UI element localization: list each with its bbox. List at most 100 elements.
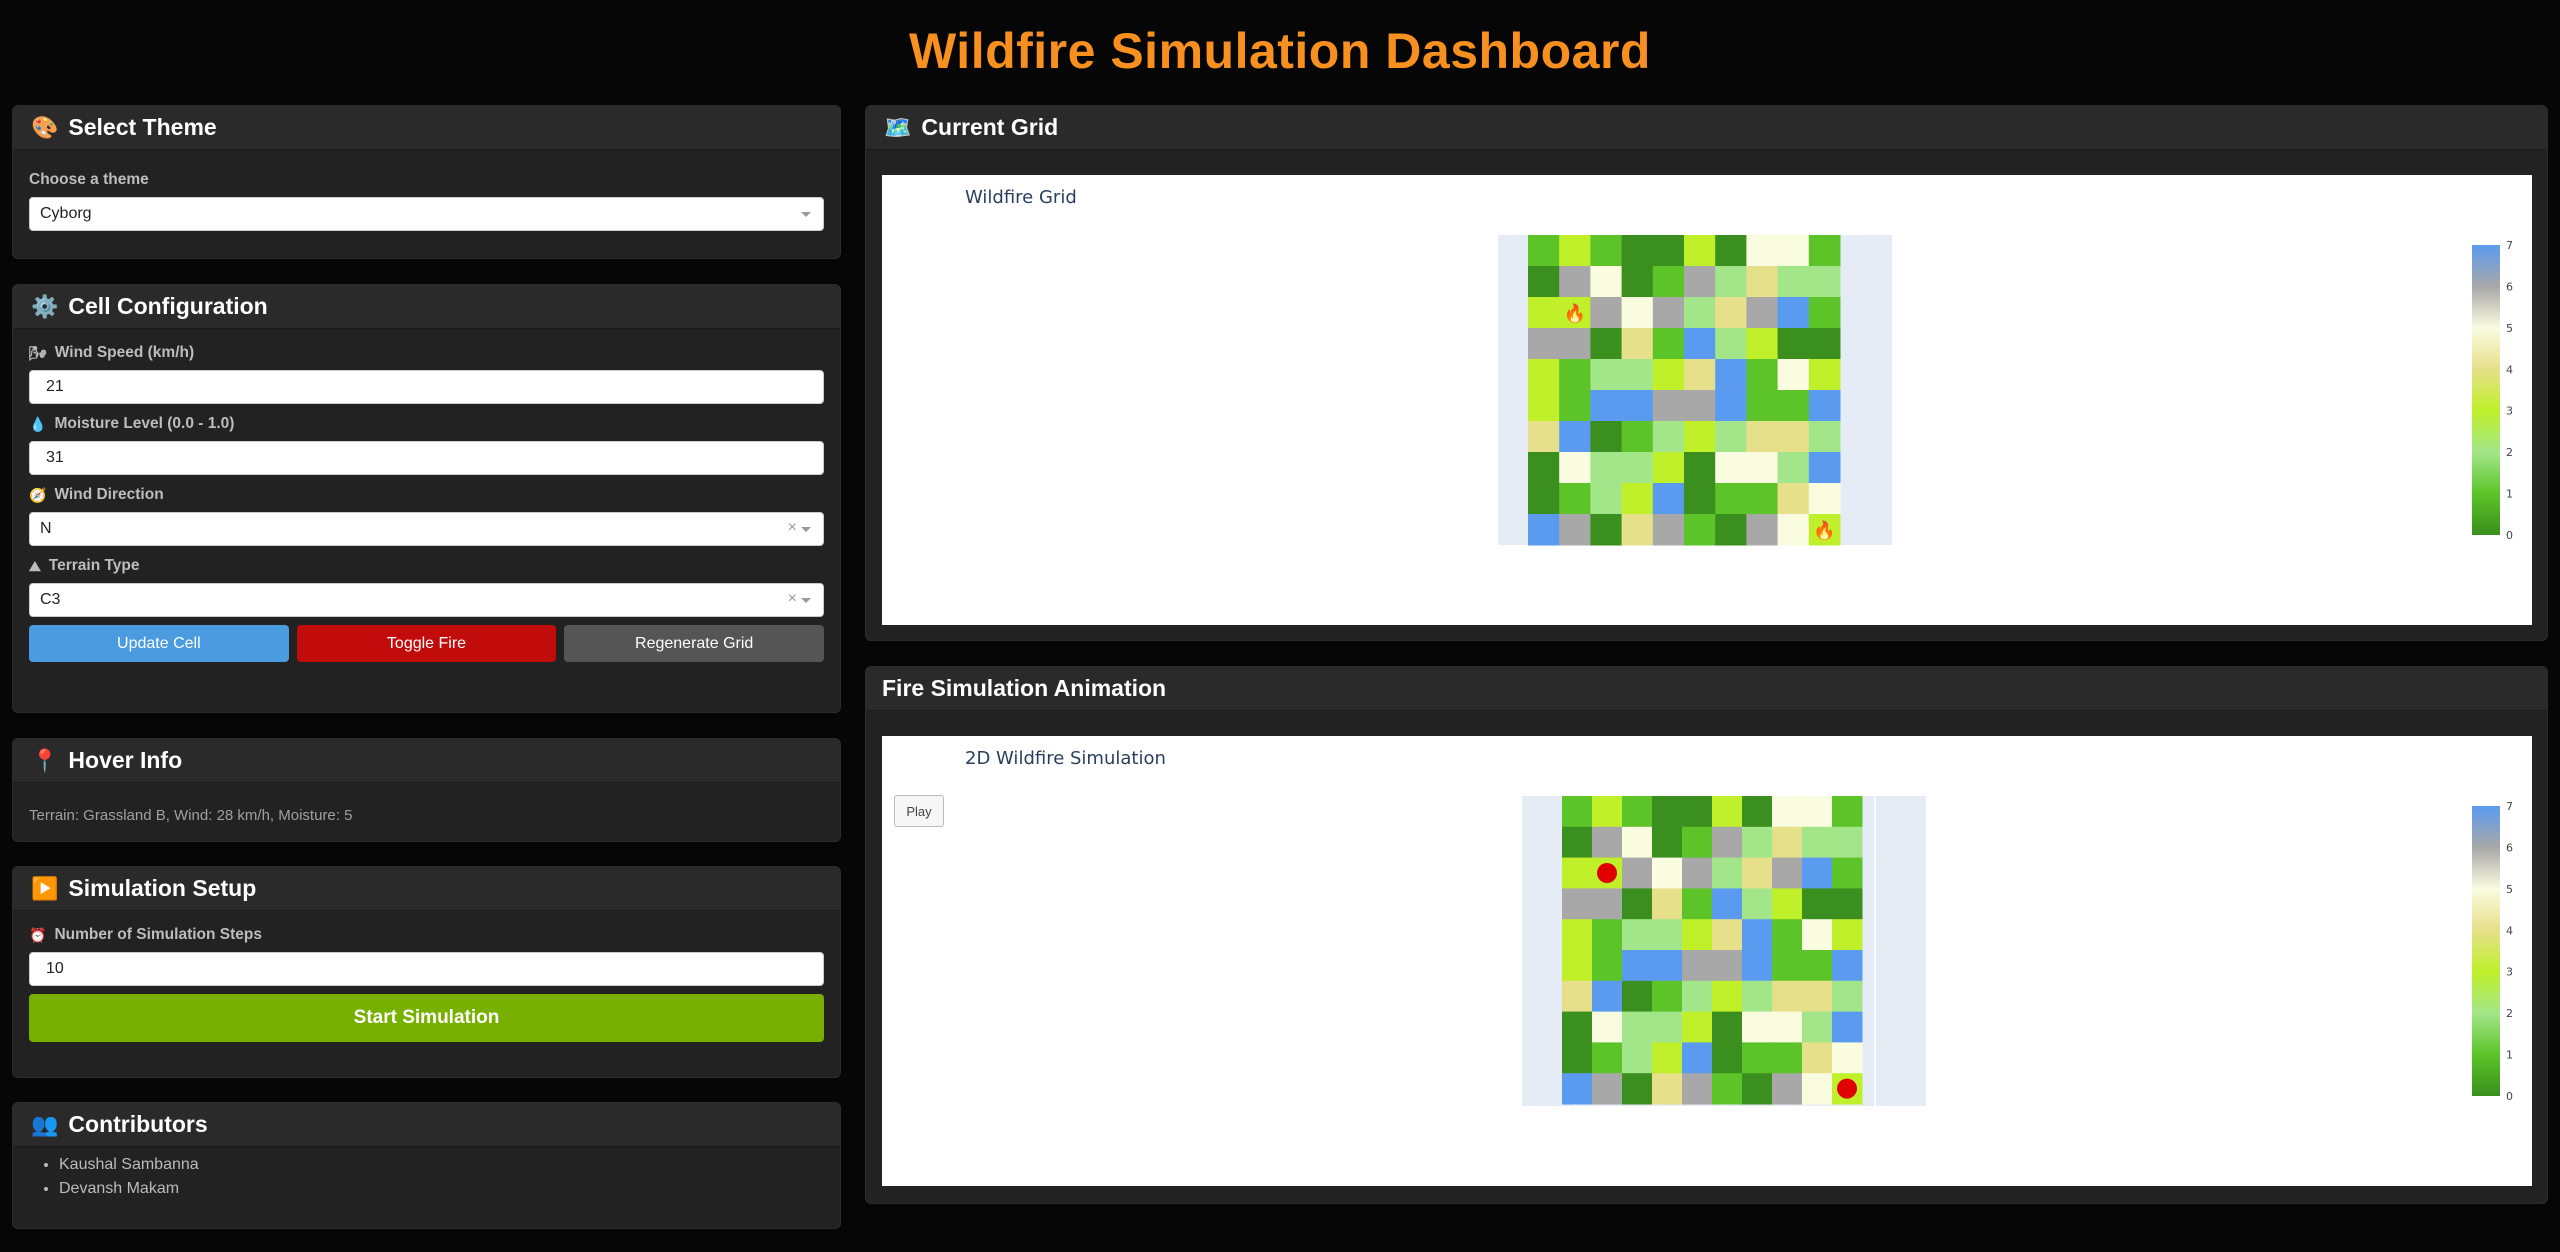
- heatmap-cell[interactable]: [1742, 1042, 1773, 1074]
- wind-speed-input[interactable]: 21: [29, 370, 824, 404]
- heatmap-cell[interactable]: [1622, 1011, 1653, 1043]
- heatmap-cell[interactable]: [1746, 359, 1779, 391]
- heatmap-cell[interactable]: [1832, 796, 1863, 828]
- heatmap-cell[interactable]: [1715, 359, 1747, 391]
- heatmap-cell[interactable]: [1652, 1042, 1683, 1074]
- heatmap-cell[interactable]: [1590, 235, 1623, 267]
- heatmap-cell[interactable]: [1652, 421, 1685, 453]
- heatmap-cell[interactable]: [1682, 796, 1713, 828]
- heatmap-cell[interactable]: [1746, 235, 1779, 267]
- heatmap-cell[interactable]: [1684, 421, 1716, 453]
- heatmap-cell[interactable]: [1772, 1011, 1803, 1043]
- heatmap-cell[interactable]: [1590, 328, 1623, 360]
- heatmap-cell[interactable]: [1559, 452, 1591, 484]
- heatmap-cell[interactable]: [1621, 235, 1654, 267]
- moisture-input[interactable]: 31: [29, 441, 824, 475]
- heatmap-cell[interactable]: [1715, 514, 1747, 546]
- terrain-dropdown[interactable]: C3 ×: [29, 583, 824, 617]
- heatmap-cell[interactable]: [1772, 980, 1803, 1013]
- heatmap-cell[interactable]: [1802, 950, 1833, 982]
- heatmap-cell[interactable]: [1802, 796, 1833, 828]
- heatmap-cell[interactable]: [1590, 514, 1623, 546]
- heatmap-cell[interactable]: [1772, 1042, 1803, 1074]
- heatmap-cell[interactable]: [1746, 266, 1779, 298]
- heatmap-cell[interactable]: [1712, 919, 1743, 951]
- heatmap-cell[interactable]: [1808, 359, 1841, 391]
- heatmap-cell[interactable]: [1684, 390, 1716, 422]
- heatmap-cell[interactable]: [1715, 483, 1747, 515]
- heatmap-cell[interactable]: [1777, 452, 1810, 484]
- heatmap-cell[interactable]: [1562, 950, 1593, 982]
- heatmap-cell[interactable]: [1808, 452, 1841, 484]
- heatmap-cell[interactable]: [1562, 980, 1593, 1013]
- heatmap-cell[interactable]: [1777, 266, 1810, 298]
- heatmap-cell[interactable]: [1684, 328, 1716, 360]
- heatmap-cell[interactable]: [1528, 390, 1560, 422]
- heatmap-cell[interactable]: [1777, 390, 1810, 422]
- heatmap-cell[interactable]: [1528, 266, 1560, 298]
- heatmap-cell[interactable]: [1742, 826, 1773, 859]
- heatmap-cell[interactable]: [1559, 266, 1591, 298]
- heatmap-cell[interactable]: [1808, 421, 1841, 453]
- heatmap-cell[interactable]: [1559, 514, 1591, 546]
- heatmap-cell[interactable]: [1528, 359, 1560, 391]
- heatmap-cell[interactable]: [1715, 390, 1747, 422]
- heatmap-cell[interactable]: [1832, 1042, 1863, 1074]
- heatmap-cell[interactable]: [1559, 483, 1591, 515]
- heatmap-cell[interactable]: [1832, 919, 1863, 951]
- heatmap-cell[interactable]: [1742, 1011, 1773, 1043]
- heatmap-cell[interactable]: [1622, 888, 1653, 920]
- heatmap-cell[interactable]: [1590, 452, 1623, 484]
- toggle-fire-button[interactable]: Toggle Fire: [296, 625, 557, 662]
- heatmap-cell[interactable]: [1592, 950, 1623, 982]
- start-simulation-button[interactable]: Start Simulation: [29, 994, 824, 1042]
- heatmap-cell[interactable]: [1712, 888, 1743, 920]
- animation-plot[interactable]: 2D Wildfire Simulation Play 01234567: [882, 736, 2532, 1186]
- heatmap-cell[interactable]: [1746, 514, 1779, 546]
- heatmap-cell[interactable]: [1772, 950, 1803, 982]
- heatmap-cell[interactable]: [1622, 919, 1653, 951]
- heatmap-cell[interactable]: [1772, 1073, 1803, 1105]
- heatmap-cell[interactable]: [1742, 950, 1773, 982]
- heatmap-cell[interactable]: [1652, 857, 1683, 889]
- heatmap-cell[interactable]: [1742, 980, 1773, 1013]
- heatmap-cell[interactable]: [1562, 826, 1593, 859]
- heatmap-cell[interactable]: [1621, 266, 1654, 298]
- heatmap-cell[interactable]: [1742, 796, 1773, 828]
- heatmap-cell[interactable]: [1592, 1073, 1623, 1105]
- heatmap-cell[interactable]: [1652, 390, 1685, 422]
- wind-direction-dropdown[interactable]: N ×: [29, 512, 824, 546]
- heatmap-cell[interactable]: [1562, 919, 1593, 951]
- heatmap-cell[interactable]: [1712, 796, 1743, 828]
- clear-icon[interactable]: ×: [788, 519, 797, 537]
- heatmap-cell[interactable]: [1746, 421, 1779, 453]
- heatmap-cell[interactable]: [1772, 919, 1803, 951]
- regenerate-grid-button[interactable]: Regenerate Grid: [564, 625, 825, 662]
- heatmap-cell[interactable]: [1777, 483, 1810, 515]
- heatmap-cell[interactable]: [1562, 1011, 1593, 1043]
- heatmap-cell[interactable]: [1592, 1042, 1623, 1074]
- heatmap-cell[interactable]: [1652, 297, 1685, 329]
- heatmap-cell[interactable]: [1621, 328, 1654, 360]
- heatmap-cell[interactable]: [1746, 297, 1779, 329]
- heatmap-cell[interactable]: [1592, 1011, 1623, 1043]
- heatmap-cell[interactable]: [1832, 1011, 1863, 1043]
- heatmap-cell[interactable]: [1808, 328, 1841, 360]
- heatmap-cell[interactable]: [1772, 826, 1803, 859]
- heatmap-cell[interactable]: [1562, 1073, 1593, 1105]
- heatmap-cell[interactable]: [1528, 297, 1560, 329]
- heatmap-cell[interactable]: [1528, 421, 1560, 453]
- heatmap-cell[interactable]: [1590, 297, 1623, 329]
- heatmap-cell[interactable]: [1742, 1073, 1773, 1105]
- heatmap-cell[interactable]: [1562, 1042, 1593, 1074]
- heatmap-cell[interactable]: [1652, 919, 1683, 951]
- heatmap-cell[interactable]: [1715, 235, 1747, 267]
- heatmap-cell[interactable]: [1559, 390, 1591, 422]
- heatmap-cell[interactable]: [1682, 980, 1713, 1013]
- heatmap-cell[interactable]: [1832, 857, 1863, 889]
- heatmap-cell[interactable]: [1802, 1073, 1833, 1105]
- heatmap-cell[interactable]: [1712, 980, 1743, 1013]
- heatmap-cell[interactable]: [1682, 1042, 1713, 1074]
- heatmap-cell[interactable]: [1590, 266, 1623, 298]
- heatmap-cell[interactable]: [1652, 796, 1683, 828]
